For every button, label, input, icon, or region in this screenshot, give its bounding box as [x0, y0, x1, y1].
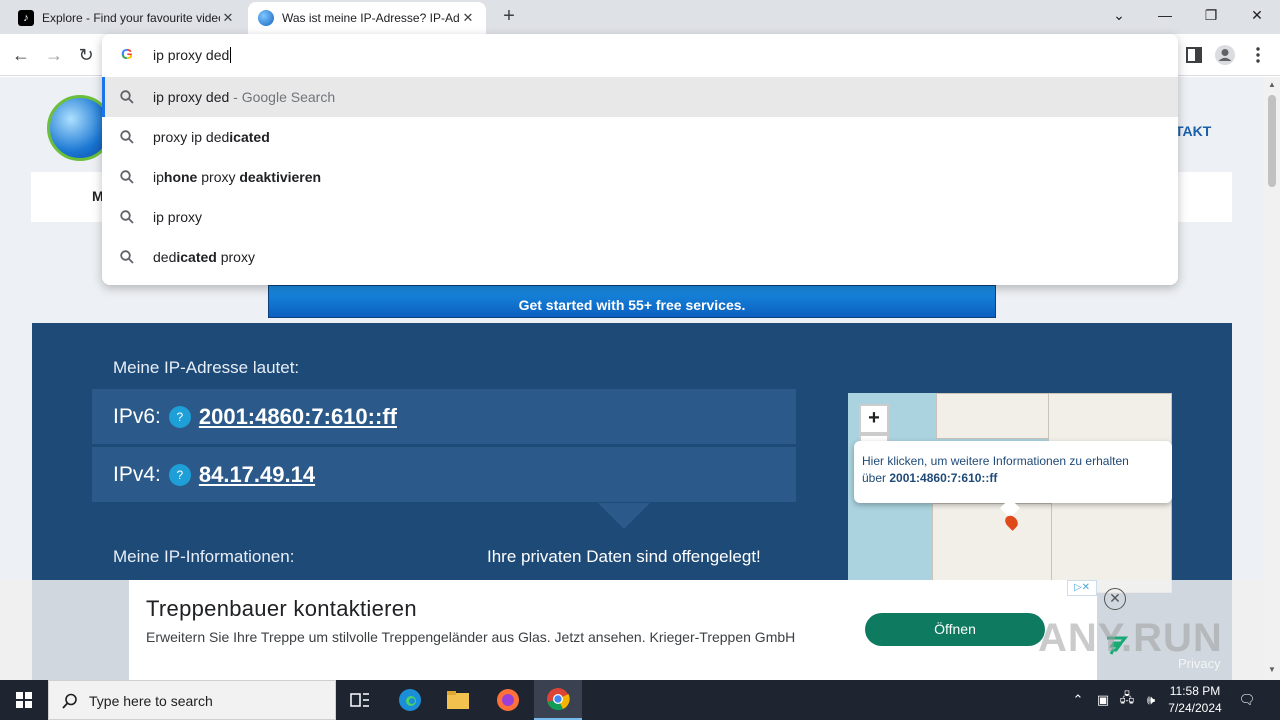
scroll-up-icon[interactable]: ▲ — [1267, 80, 1277, 89]
popup-prefix: über — [862, 471, 890, 485]
taskbar-search[interactable]: Type here to search — [48, 680, 336, 720]
minimize-button[interactable]: — — [1142, 0, 1188, 30]
ad-title[interactable]: Treppenbauer kontaktieren — [146, 596, 417, 622]
zoom-in-button[interactable]: + — [859, 404, 889, 434]
notification-icon[interactable]: 🗨 — [1232, 680, 1262, 720]
maximize-button[interactable]: ❐ — [1188, 0, 1234, 30]
clock-date: 7/24/2024 — [1168, 701, 1222, 715]
profile-avatar-icon[interactable] — [1214, 44, 1236, 66]
volume-icon[interactable]: 🕪 — [1140, 680, 1162, 720]
map-popup[interactable]: Hier klicken, um weitere Informationen z… — [854, 441, 1172, 503]
ipv4-row: IPv4: ? 84.17.49.14 — [92, 447, 796, 502]
firefox-icon[interactable] — [484, 680, 532, 720]
search-icon — [120, 170, 134, 184]
ad-description: Erweitern Sie Ihre Treppe um stilvolle T… — [146, 629, 796, 645]
location-map[interactable]: + − Hier klicken, um weitere Information… — [848, 393, 1172, 593]
omnibox-dropdown: G ip proxy ded ip proxy ded - Google Sea… — [102, 34, 1178, 285]
nav-link-kontakt[interactable]: TAKT — [1175, 123, 1211, 139]
google-icon: G — [119, 47, 135, 63]
ipv4-label: IPv4: — [113, 462, 161, 486]
page-scrollbar[interactable]: ▲ ▼ — [1264, 77, 1280, 680]
ad-close-icon[interactable]: ✕ — [1104, 588, 1126, 610]
ad-choices-icon[interactable]: ▷✕ — [1067, 580, 1097, 596]
scrollbar-thumb[interactable] — [1268, 95, 1276, 187]
windows-start-icon[interactable] — [0, 680, 48, 720]
system-clock[interactable]: 11:58 PM 7/24/2024 — [1160, 683, 1230, 717]
help-icon[interactable]: ? — [168, 405, 191, 428]
watermark-text: ANY.RUN — [1038, 616, 1223, 660]
close-window-button[interactable]: ✕ — [1234, 0, 1280, 30]
ipv6-address-link[interactable]: 2001:4860:7:610::ff — [199, 404, 397, 430]
ipv6-row: IPv6: ? 2001:4860:7:610::ff — [92, 389, 796, 444]
windows-taskbar: Type here to search ⌃ ▣ 🖧 🕪 11:58 PM 7/2… — [0, 680, 1280, 720]
close-icon[interactable]: ✕ — [460, 10, 476, 26]
tab-title: Was ist meine IP-Adresse? IP-Adresse — [282, 11, 460, 25]
callout-pointer — [598, 503, 650, 529]
chrome-icon[interactable] — [534, 680, 582, 720]
suggestion-item[interactable]: ip proxy ded - Google Search — [102, 77, 1178, 117]
sticky-ad[interactable]: Treppenbauer kontaktieren Erweitern Sie … — [129, 580, 1097, 680]
map-land — [936, 393, 1056, 439]
search-icon — [120, 250, 134, 264]
suggestion-item[interactable]: iphone proxy deaktivieren — [102, 157, 1178, 197]
tiktok-icon: ♪ — [18, 10, 34, 26]
sticky-ad-container: Treppenbauer kontaktieren Erweitern Sie … — [0, 580, 1264, 680]
privacy-link[interactable]: Privacy — [1178, 656, 1221, 671]
forward-button[interactable]: → — [41, 42, 67, 68]
menu-kebab-icon[interactable] — [1247, 44, 1269, 66]
suggestion-item[interactable]: proxy ip dedicated — [102, 117, 1178, 157]
tab-tiktok[interactable]: ♪ Explore - Find your favourite videos o… — [8, 2, 246, 34]
suggestion-item[interactable]: dedicated proxy — [102, 237, 1178, 277]
scroll-down-icon[interactable]: ▼ — [1267, 665, 1277, 674]
tab-title: Explore - Find your favourite videos on … — [42, 11, 220, 25]
file-explorer-icon[interactable] — [434, 680, 482, 720]
network-icon[interactable]: 🖧 — [1116, 680, 1138, 720]
search-icon — [120, 90, 134, 104]
popup-ip: 2001:4860:7:610::ff — [889, 471, 998, 485]
tray-app-icon[interactable]: ▣ — [1092, 680, 1114, 720]
ipv4-address-link[interactable]: 84.17.49.14 — [199, 462, 315, 488]
edge-icon[interactable] — [386, 680, 434, 720]
popup-text: Hier klicken, um weitere Informationen z… — [862, 454, 1129, 468]
address-input[interactable]: ip proxy ded — [153, 47, 232, 63]
globe-icon — [258, 10, 274, 26]
reload-button[interactable]: ↻ — [73, 42, 99, 68]
ipv6-label: IPv6: — [113, 404, 161, 428]
help-icon[interactable]: ? — [168, 463, 191, 486]
search-icon — [62, 693, 77, 709]
tray-chevron-icon[interactable]: ⌃ — [1068, 680, 1088, 720]
taskbar-search-placeholder: Type here to search — [89, 693, 213, 709]
privacy-warning: Ihre privaten Daten sind offengelegt! — [487, 547, 761, 566]
ip-info-heading: Meine IP-Informationen: — [113, 547, 295, 566]
tab-search-icon[interactable]: ⌄ — [1096, 0, 1142, 30]
clock-time: 11:58 PM — [1169, 684, 1221, 698]
tab-ip-address[interactable]: Was ist meine IP-Adresse? IP-Adresse ✕ — [248, 2, 486, 34]
search-icon — [120, 210, 134, 224]
ad-open-button[interactable]: Öffnen — [865, 613, 1045, 646]
side-panel-icon[interactable] — [1183, 44, 1205, 66]
close-icon[interactable]: ✕ — [220, 10, 236, 26]
address-bar[interactable]: G ip proxy ded — [102, 34, 1178, 76]
ad-banner[interactable]: Get started with 55+ free services. — [268, 285, 996, 318]
new-tab-button[interactable]: + — [498, 5, 520, 27]
suggestion-item[interactable]: ip proxy — [102, 197, 1178, 237]
ip-heading: Meine IP-Adresse lautet: — [113, 358, 300, 377]
task-view-icon[interactable] — [336, 680, 384, 720]
back-button[interactable]: ← — [8, 42, 34, 68]
tab-strip: ♪ Explore - Find your favourite videos o… — [0, 0, 1280, 34]
search-icon — [120, 130, 134, 144]
